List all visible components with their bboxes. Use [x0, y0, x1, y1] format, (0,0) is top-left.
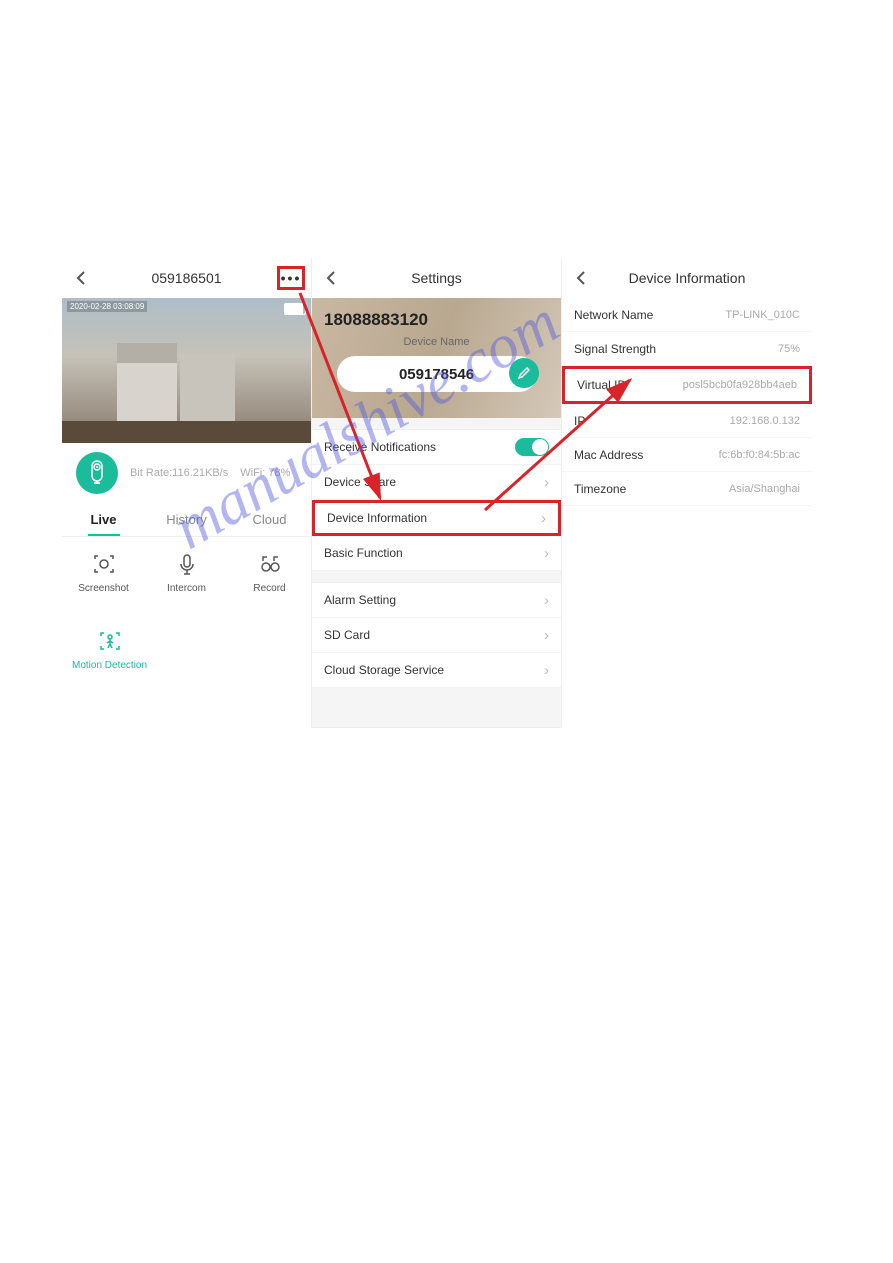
back-icon[interactable]	[322, 269, 340, 287]
building-shape	[180, 353, 235, 423]
row-network-name: Network Name TP-LINK_010C	[562, 298, 812, 332]
screenshot-button[interactable]: Screenshot	[62, 551, 145, 594]
chevron-right-icon: ›	[544, 592, 549, 609]
info-key: Signal Strength	[574, 342, 656, 356]
tab-live[interactable]: Live	[62, 503, 145, 536]
phone-number: 18088883120	[324, 310, 549, 330]
row-cloud-storage[interactable]: Cloud Storage Service ›	[312, 653, 561, 688]
screenshot-label: Screenshot	[78, 583, 129, 594]
row-ip: IP 192.168.0.132	[562, 404, 812, 438]
page-title: 059186501	[62, 270, 311, 286]
info-value: TP-LINK_010C	[725, 309, 800, 321]
screen-device-info: Device Information Network Name TP-LINK_…	[562, 258, 812, 728]
row-alarm-setting[interactable]: Alarm Setting ›	[312, 583, 561, 618]
row-label: Device Information	[327, 511, 427, 525]
bitrate-label: Bit Rate:116.21KB/s	[130, 467, 228, 479]
status-row: Bit Rate:116.21KB/s WiFi: 78%	[62, 443, 311, 503]
device-name-label: Device Name	[324, 336, 549, 348]
info-value: 75%	[778, 343, 800, 355]
ledge-shape	[62, 421, 311, 443]
controls: Screenshot Intercom Record	[62, 537, 311, 608]
page-title: Device Information	[562, 270, 812, 286]
chevron-right-icon: ›	[544, 662, 549, 679]
row-device-information[interactable]: Device Information ›	[312, 500, 561, 536]
chevron-right-icon: ›	[544, 627, 549, 644]
more-menu-button[interactable]: •••	[277, 266, 305, 290]
toggle-on-icon[interactable]	[515, 438, 549, 456]
motion-detection-button[interactable]: Motion Detection	[72, 628, 147, 671]
chevron-right-icon: ›	[541, 510, 546, 527]
record-button[interactable]: Record	[228, 551, 311, 594]
header: Device Information	[562, 258, 812, 298]
tab-cloud[interactable]: Cloud	[228, 503, 311, 536]
chevron-right-icon: ›	[544, 545, 549, 562]
info-value: posl5bcb0fa928bb4aeb	[683, 379, 797, 391]
screen-live: 059186501 ••• 2020-02-28 03:08:09 Bit Ra…	[62, 258, 312, 728]
row-notifications[interactable]: Receive Notifications	[312, 430, 561, 465]
wifi-label: WiFi: 78%	[240, 467, 290, 479]
row-basic-function[interactable]: Basic Function ›	[312, 536, 561, 571]
row-signal-strength: Signal Strength 75%	[562, 332, 812, 366]
info-value: Asia/Shanghai	[729, 483, 800, 495]
info-key: IP	[574, 414, 585, 428]
video-timestamp: 2020-02-28 03:08:09	[67, 301, 147, 312]
back-icon[interactable]	[72, 269, 90, 287]
chevron-right-icon: ›	[544, 474, 549, 491]
row-sd-card[interactable]: SD Card ›	[312, 618, 561, 653]
row-label: Basic Function	[324, 546, 403, 560]
header: Settings	[312, 258, 561, 298]
camera-icon[interactable]	[76, 452, 118, 494]
video-preview[interactable]: 2020-02-28 03:08:09	[62, 298, 311, 443]
info-value: fc:6b:f0:84:5b:ac	[719, 449, 800, 461]
screen-settings: Settings 18088883120 Device Name 0591785…	[312, 258, 562, 728]
section-gap	[312, 688, 561, 728]
row-label: Device Share	[324, 475, 396, 489]
building-shape	[117, 343, 177, 423]
info-key: Timezone	[574, 482, 626, 496]
info-key: Virtual ID	[577, 378, 626, 392]
row-virtual-id: Virtual ID posl5bcb0fa928bb4aeb	[562, 366, 812, 404]
intercom-label: Intercom	[167, 583, 206, 594]
row-device-share[interactable]: Device Share ›	[312, 465, 561, 500]
edit-icon[interactable]	[509, 358, 539, 388]
intercom-button[interactable]: Intercom	[145, 551, 228, 594]
tabs: Live History Cloud	[62, 503, 311, 537]
tab-history[interactable]: History	[145, 503, 228, 536]
row-label: Cloud Storage Service	[324, 663, 444, 677]
device-name-value: 059178546	[399, 366, 474, 383]
back-icon[interactable]	[572, 269, 590, 287]
page-title: Settings	[312, 270, 561, 286]
more-icon: •••	[281, 270, 302, 286]
device-banner: 18088883120 Device Name 059178546	[312, 298, 561, 418]
info-value: 192.168.0.132	[730, 415, 800, 427]
record-label: Record	[253, 583, 285, 594]
row-label: Alarm Setting	[324, 593, 396, 607]
battery-icon	[284, 303, 306, 315]
row-label: Receive Notifications	[324, 440, 436, 454]
info-key: Mac Address	[574, 448, 643, 462]
row-timezone: Timezone Asia/Shanghai	[562, 472, 812, 506]
row-mac-address: Mac Address fc:6b:f0:84:5b:ac	[562, 438, 812, 472]
info-key: Network Name	[574, 308, 653, 322]
device-name-field[interactable]: 059178546	[337, 356, 537, 392]
header: 059186501 •••	[62, 258, 311, 298]
section-gap	[312, 571, 561, 583]
row-label: SD Card	[324, 628, 370, 642]
section-gap	[312, 418, 561, 430]
motion-label: Motion Detection	[72, 660, 147, 671]
